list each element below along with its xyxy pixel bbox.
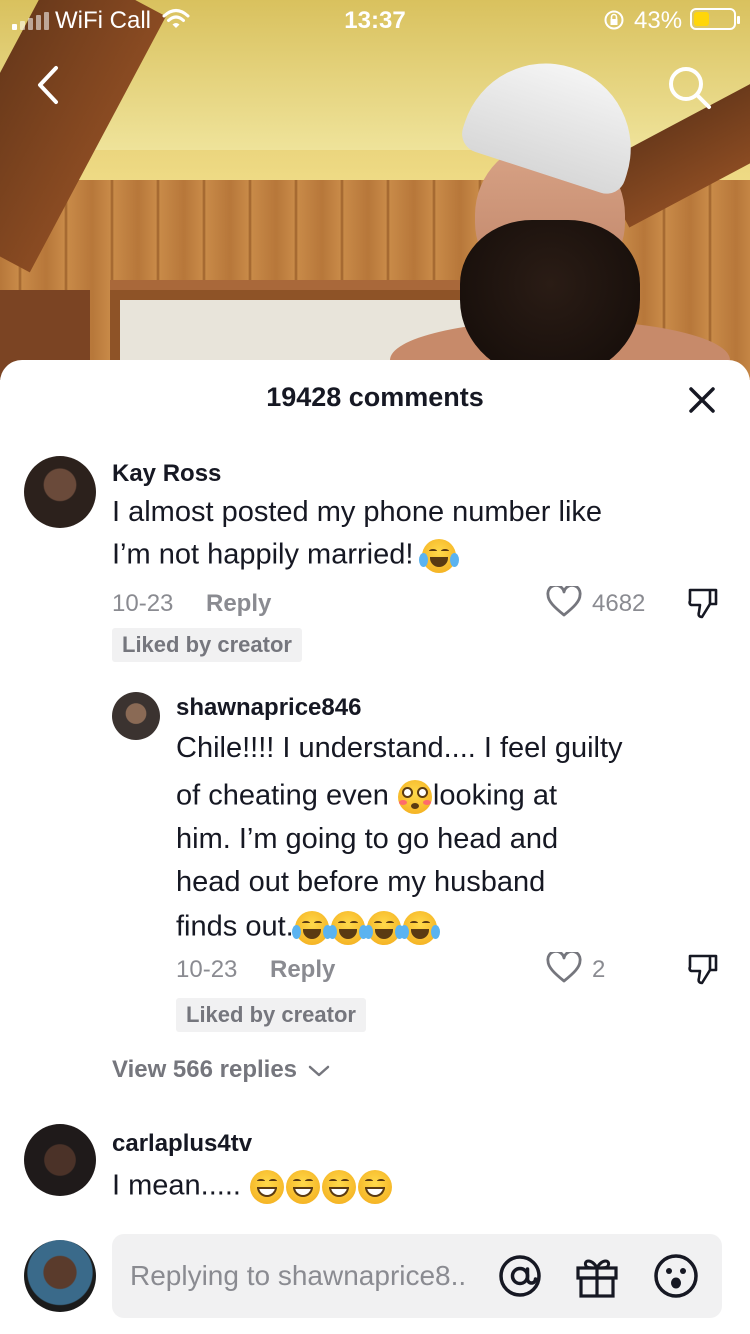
comment-text-line: of cheating even looking at [176, 780, 623, 814]
avatar[interactable] [24, 1124, 96, 1196]
view-replies-button[interactable]: View 566 replies [112, 1056, 330, 1084]
avatar[interactable] [24, 456, 96, 528]
grinning-face-icon [322, 1170, 357, 1204]
comment-text-segment: I mean..... [112, 1169, 241, 1202]
rotation-lock-icon [604, 10, 624, 30]
tears-of-joy-icon [363, 911, 404, 945]
comment-text-line: I’m not happily married! [112, 539, 602, 573]
grinning-face-icon [358, 1170, 393, 1204]
liked-by-creator-badge: Liked by creator [176, 998, 366, 1032]
comment-text: I almost posted my phone number like I’m… [112, 498, 602, 573]
comments-sheet: 19428 comments Kay Ross I almost posted … [0, 360, 750, 1334]
reply-bar: Replying to shawnaprice8.. [0, 1216, 750, 1334]
avatar[interactable] [112, 692, 160, 740]
like-count: 2 [592, 956, 606, 983]
flushed-face-icon [397, 780, 432, 814]
person [390, 41, 730, 380]
dislike-icon[interactable] [686, 586, 720, 620]
battery-icon [690, 8, 740, 30]
comment-text-segment: finds out. [176, 910, 294, 943]
comment-text-segment: of cheating even [176, 779, 389, 812]
comment-username[interactable]: Kay Ross [112, 460, 221, 488]
reply-button[interactable]: Reply [270, 956, 335, 984]
search-icon[interactable] [664, 62, 714, 112]
close-icon[interactable] [686, 384, 718, 416]
comment-username[interactable]: shawnaprice846 [176, 694, 361, 722]
comment-date: 10-23 [112, 590, 174, 617]
beard [460, 220, 640, 380]
comment-count-title: 19428 comments [266, 382, 484, 412]
my-avatar [24, 1240, 96, 1312]
tears-of-joy-icon [399, 911, 440, 945]
comment-text-line: him. I’m going to go head and [176, 823, 559, 855]
comment-text: I mean..... [112, 1170, 393, 1204]
gift-icon[interactable] [574, 1252, 620, 1300]
comment-text-segment: looking at [432, 779, 558, 812]
chevron-left-icon[interactable] [30, 60, 70, 110]
tears-of-joy-icon [291, 911, 332, 945]
heart-icon[interactable] [546, 952, 582, 984]
reply-input-placeholder: Replying to shawnaprice8.. [130, 1260, 467, 1291]
dislike-icon[interactable] [686, 952, 720, 986]
chevron-down-icon [308, 1065, 329, 1076]
battery-percent: 43% [634, 7, 683, 34]
reply-button[interactable]: Reply [206, 590, 271, 618]
heart-icon[interactable] [546, 586, 582, 618]
comment-text-segment: I’m not happily married! [112, 538, 414, 571]
comment-text-line: finds out. [176, 911, 623, 945]
video-preview[interactable] [0, 0, 750, 380]
battery-fill [694, 12, 710, 26]
grinning-face-icon [250, 1170, 285, 1204]
tears-of-joy-icon [327, 911, 368, 945]
comment-username[interactable]: carlaplus4tv [112, 1130, 252, 1158]
grinning-face-icon [286, 1170, 321, 1204]
view-replies-label: View 566 replies [112, 1056, 298, 1083]
comment-text-line: head out before my husband [176, 866, 546, 898]
emoji-icon[interactable] [652, 1252, 700, 1300]
at-icon[interactable] [496, 1252, 544, 1300]
reply-input[interactable]: Replying to shawnaprice8.. [112, 1234, 722, 1318]
comment-date: 10-23 [176, 956, 238, 983]
comment-text-line: I almost posted my phone number like [112, 496, 603, 528]
comment-text: Chile!!!! I understand.... I feel guilty… [176, 734, 623, 945]
liked-by-creator-badge: Liked by creator [112, 628, 302, 662]
comment-text-line: I mean..... [112, 1170, 393, 1204]
comment-text-line: Chile!!!! I understand.... I feel guilty [176, 732, 623, 764]
tears-of-joy-icon [419, 539, 460, 573]
like-count: 4682 [592, 590, 646, 617]
status-bar: WiFi Call 13:37 43% [0, 0, 750, 40]
